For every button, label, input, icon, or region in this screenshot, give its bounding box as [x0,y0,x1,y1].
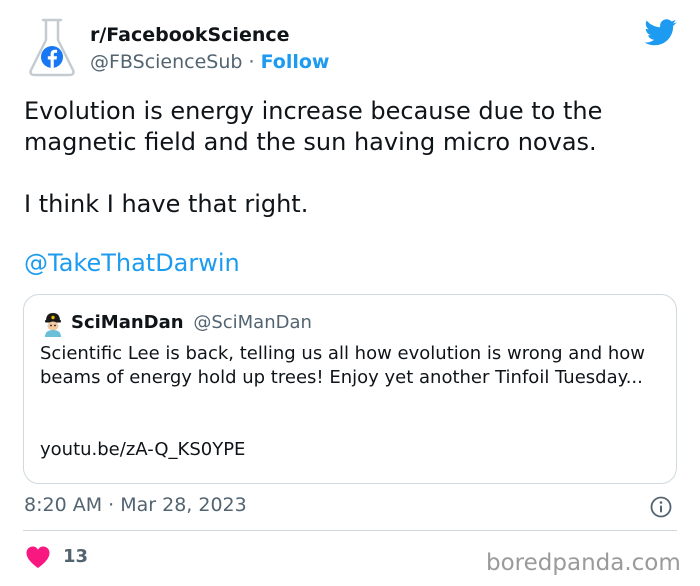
heart-icon[interactable] [25,545,51,569]
info-icon[interactable] [650,496,672,518]
quote-avatar [45,313,61,337]
follow-button[interactable]: Follow [261,51,330,73]
quote-author-handle[interactable]: @SciManDan [193,312,312,333]
watermark: boredpanda.com [486,550,681,576]
mention-link[interactable]: @TakeThatDarwin [24,248,240,279]
author-name[interactable]: r/FacebookScience [90,24,290,46]
author-line: @FBScienceSub · Follow [90,51,330,73]
quote-text: Scientific Lee is back, telling us all h… [40,343,646,388]
twitter-bird-icon[interactable] [645,19,677,46]
quoted-tweet[interactable]: SciManDan @SciManDan Scientific Lee is b… [23,294,677,484]
tweet-text: Evolution is energy increase because due… [24,96,676,220]
divider [23,530,677,531]
tweet-text-line: I think I have that right. [24,190,309,218]
separator-dot: · [248,51,255,73]
like-count: 13 [63,546,89,567]
quote-header: SciManDan @SciManDan [71,312,312,333]
tweet-text-line: Evolution is energy increase because due… [24,97,603,156]
avatar[interactable] [24,16,80,78]
author-handle[interactable]: @FBScienceSub [90,51,242,73]
quote-link[interactable]: youtu.be/zA-Q_KS0YPE [40,438,245,462]
quote-author-name[interactable]: SciManDan [71,312,184,333]
timestamp[interactable]: 8:20 AM · Mar 28, 2023 [24,494,247,516]
